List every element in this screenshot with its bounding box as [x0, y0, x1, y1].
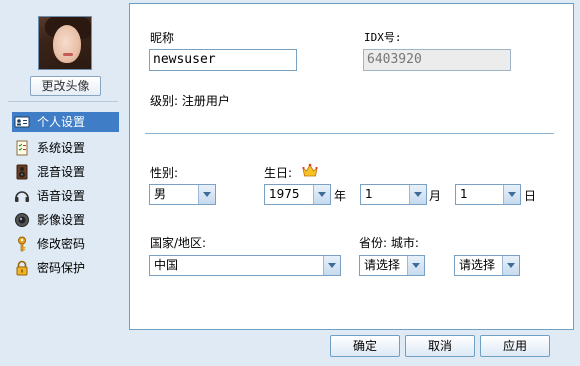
sidebar-divider	[8, 101, 118, 102]
sidebar-item-label: 语音设置	[37, 189, 86, 203]
lock-icon	[14, 260, 30, 276]
birth-day-select[interactable]: 1	[455, 184, 521, 205]
country-select[interactable]: 中国	[149, 255, 341, 276]
sidebar-item-password-protection[interactable]: 密码保护	[12, 256, 119, 280]
country-label: 国家/地区:	[150, 236, 207, 250]
id-card-icon	[14, 114, 30, 130]
headphones-icon	[14, 188, 30, 204]
sidebar-item-label: 修改密码	[37, 237, 86, 251]
chevron-down-icon	[313, 185, 330, 204]
camera-icon	[14, 212, 30, 228]
sidebar-item-label: 混音设置	[37, 165, 86, 179]
cancel-button[interactable]: 取消	[405, 335, 475, 357]
change-avatar-button[interactable]: 更改头像	[30, 76, 101, 96]
chevron-down-icon	[502, 256, 519, 275]
nickname-input[interactable]: newsuser	[149, 49, 297, 71]
checklist-icon	[14, 140, 30, 156]
city-select[interactable]: 请选择	[454, 255, 520, 276]
chevron-down-icon	[323, 256, 340, 275]
nickname-label: 昵称	[150, 31, 175, 45]
chevron-down-icon	[503, 185, 520, 204]
sidebar-item-personal-settings[interactable]: 个人设置	[12, 112, 119, 132]
sidebar-item-mixer-settings[interactable]: 混音设置	[12, 160, 119, 184]
birthday-label: 生日:	[264, 166, 293, 180]
personal-settings-panel: 昵称 newsuser IDX号: 6403920 级别: 注册用户 性别: 男…	[129, 3, 574, 330]
sidebar-item-label: 影像设置	[37, 213, 86, 227]
crown-icon	[302, 162, 318, 178]
idx-field: 6403920	[363, 49, 511, 71]
apply-button[interactable]: 应用	[480, 335, 550, 357]
birth-year-select[interactable]: 1975	[264, 184, 331, 205]
province-city-label: 省份: 城市:	[359, 236, 419, 250]
key-icon	[14, 236, 30, 252]
birth-month-select[interactable]: 1	[360, 184, 427, 205]
sidebar-item-label: 系统设置	[37, 141, 86, 155]
year-unit-label: 年	[334, 189, 347, 203]
sidebar-item-system-settings[interactable]: 系统设置	[12, 136, 119, 160]
user-level-text: 级别: 注册用户	[150, 94, 230, 108]
speaker-icon	[14, 164, 30, 180]
chevron-down-icon	[407, 256, 424, 275]
chevron-down-icon	[409, 185, 426, 204]
month-unit-label: 月	[429, 189, 442, 203]
sidebar-item-voice-settings[interactable]: 语音设置	[12, 184, 119, 208]
section-divider	[145, 133, 554, 134]
gender-select[interactable]: 男	[149, 184, 216, 205]
gender-label: 性别:	[150, 166, 179, 180]
settings-menu: 个人设置 系统设置 混音设置 语音设置 影像设置 修改密码 密码保护	[12, 112, 119, 280]
province-select[interactable]: 请选择	[359, 255, 425, 276]
sidebar-item-label: 个人设置	[37, 115, 86, 129]
settings-sidebar: 更改头像 个人设置 系统设置 混音设置 语音设置 影像设置 修改密码 密码保护	[0, 0, 128, 366]
chevron-down-icon	[198, 185, 215, 204]
sidebar-item-label: 密码保护	[37, 261, 86, 275]
ok-button[interactable]: 确定	[330, 335, 400, 357]
idx-label: IDX号:	[364, 31, 402, 44]
sidebar-item-change-password[interactable]: 修改密码	[12, 232, 119, 256]
day-unit-label: 日	[524, 189, 537, 203]
sidebar-item-video-settings[interactable]: 影像设置	[12, 208, 119, 232]
user-avatar	[38, 16, 92, 70]
